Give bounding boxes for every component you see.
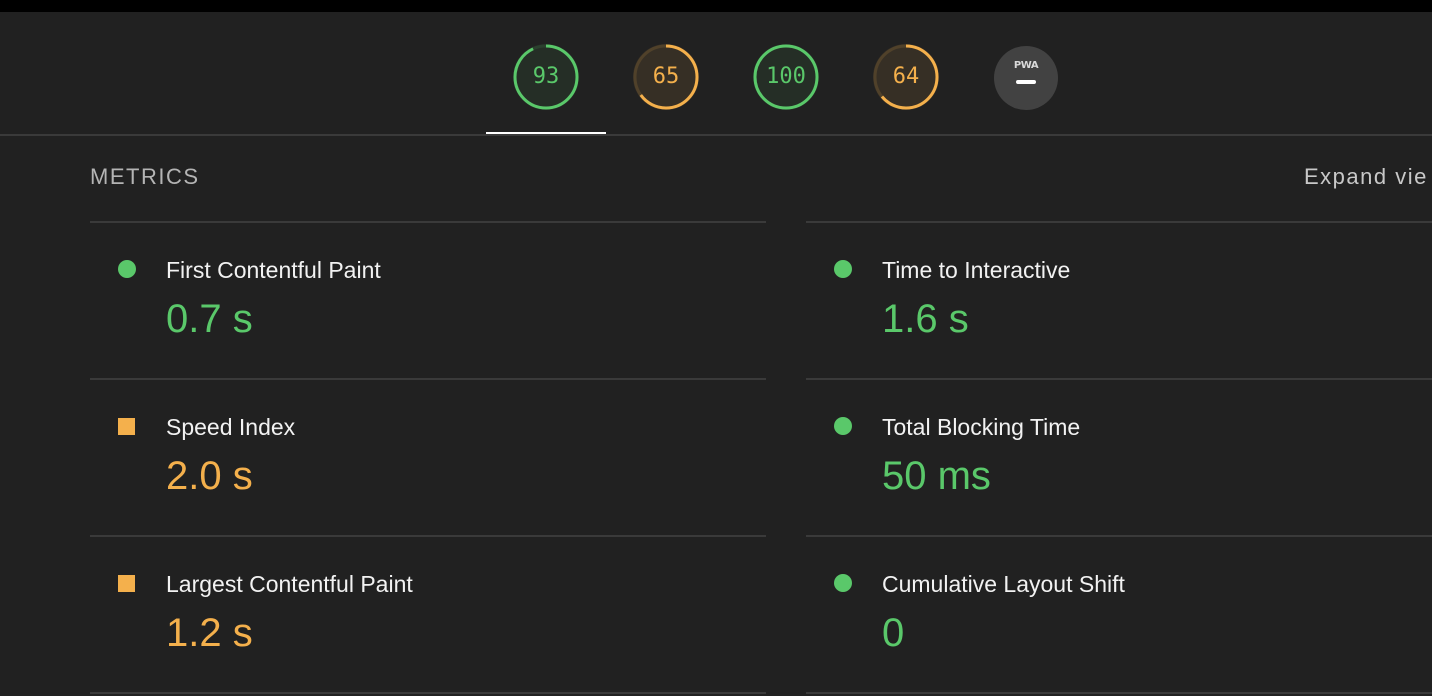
- metric-cumulative-layout-shift: Cumulative Layout Shift 0: [806, 535, 1432, 694]
- gauge-score: 64: [892, 64, 920, 89]
- square-icon: [118, 418, 135, 435]
- metric-value: 1.6 s: [882, 297, 969, 341]
- circle-icon: [834, 574, 852, 592]
- active-gauge-indicator: [486, 132, 606, 134]
- circle-icon: [834, 260, 852, 278]
- metric-value: 50 ms: [882, 454, 991, 498]
- circle-icon: [118, 260, 136, 278]
- metric-value: 1.2 s: [166, 611, 253, 655]
- pwa-badge-label: PWA: [1013, 60, 1039, 71]
- metric-first-contentful-paint: First Contentful Paint 0.7 s: [90, 221, 766, 378]
- score-gauges: 93 65 100 64 PWA: [0, 12, 1432, 136]
- metrics-column-right: Time to Interactive 1.6 s Total Blocking…: [806, 221, 1432, 694]
- best-practices-gauge[interactable]: 100: [753, 44, 819, 110]
- metric-title: First Contentful Paint: [166, 257, 381, 283]
- top-bar: [0, 0, 1432, 12]
- metric-title: Speed Index: [166, 414, 296, 440]
- metric-speed-index: Speed Index 2.0 s: [90, 378, 766, 535]
- metric-largest-contentful-paint: Largest Contentful Paint 1.2 s: [90, 535, 766, 694]
- metric-title: Total Blocking Time: [882, 414, 1081, 440]
- metric-title: Largest Contentful Paint: [166, 571, 413, 597]
- performance-gauge[interactable]: 93: [513, 44, 579, 110]
- gauge-score: 65: [652, 64, 680, 89]
- metric-value: 0.7 s: [166, 297, 253, 341]
- expand-view-toggle[interactable]: Expand vie: [1304, 164, 1428, 190]
- circle-icon: [834, 417, 852, 435]
- metric-total-blocking-time: Total Blocking Time 50 ms: [806, 378, 1432, 535]
- metric-time-to-interactive: Time to Interactive 1.6 s: [806, 221, 1432, 378]
- metric-value: 2.0 s: [166, 454, 253, 498]
- metrics-column-left: First Contentful Paint 0.7 s Speed Index…: [90, 221, 766, 694]
- accessibility-gauge[interactable]: 65: [633, 44, 699, 110]
- gauge-score: 93: [532, 64, 560, 89]
- metrics-section-title: METRICS: [90, 164, 200, 189]
- square-icon: [118, 575, 135, 592]
- metric-title: Cumulative Layout Shift: [882, 571, 1125, 597]
- gauge-score: 100: [766, 64, 806, 89]
- seo-gauge[interactable]: 64: [873, 44, 939, 110]
- pwa-badge[interactable]: PWA: [994, 46, 1058, 110]
- dash-icon: [1016, 80, 1036, 84]
- metric-value: 0: [882, 611, 905, 655]
- metric-title: Time to Interactive: [882, 257, 1071, 283]
